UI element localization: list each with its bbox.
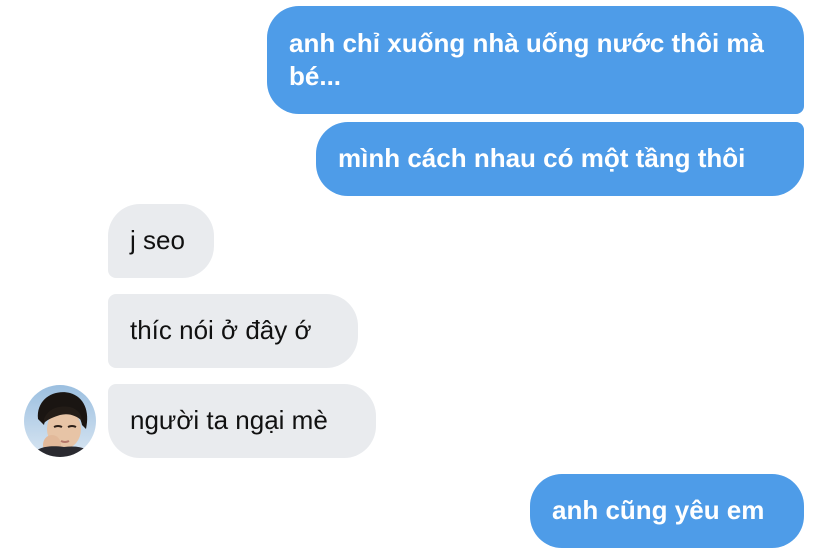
- sent-message-bubble[interactable]: anh chỉ xuống nhà uống nước thôi mà bé..…: [267, 6, 804, 114]
- contact-avatar-icon[interactable]: [24, 385, 96, 457]
- sent-message-bubble[interactable]: anh cũng yêu em: [530, 474, 804, 548]
- received-message-bubble[interactable]: người ta ngại mè: [108, 384, 376, 458]
- received-message-bubble[interactable]: thíc nói ở đây ớ: [108, 294, 358, 368]
- sent-message-bubble[interactable]: mình cách nhau có một tầng thôi: [316, 122, 804, 196]
- avatar-photo-icon: [24, 385, 96, 457]
- received-message-bubble[interactable]: j seo: [108, 204, 214, 278]
